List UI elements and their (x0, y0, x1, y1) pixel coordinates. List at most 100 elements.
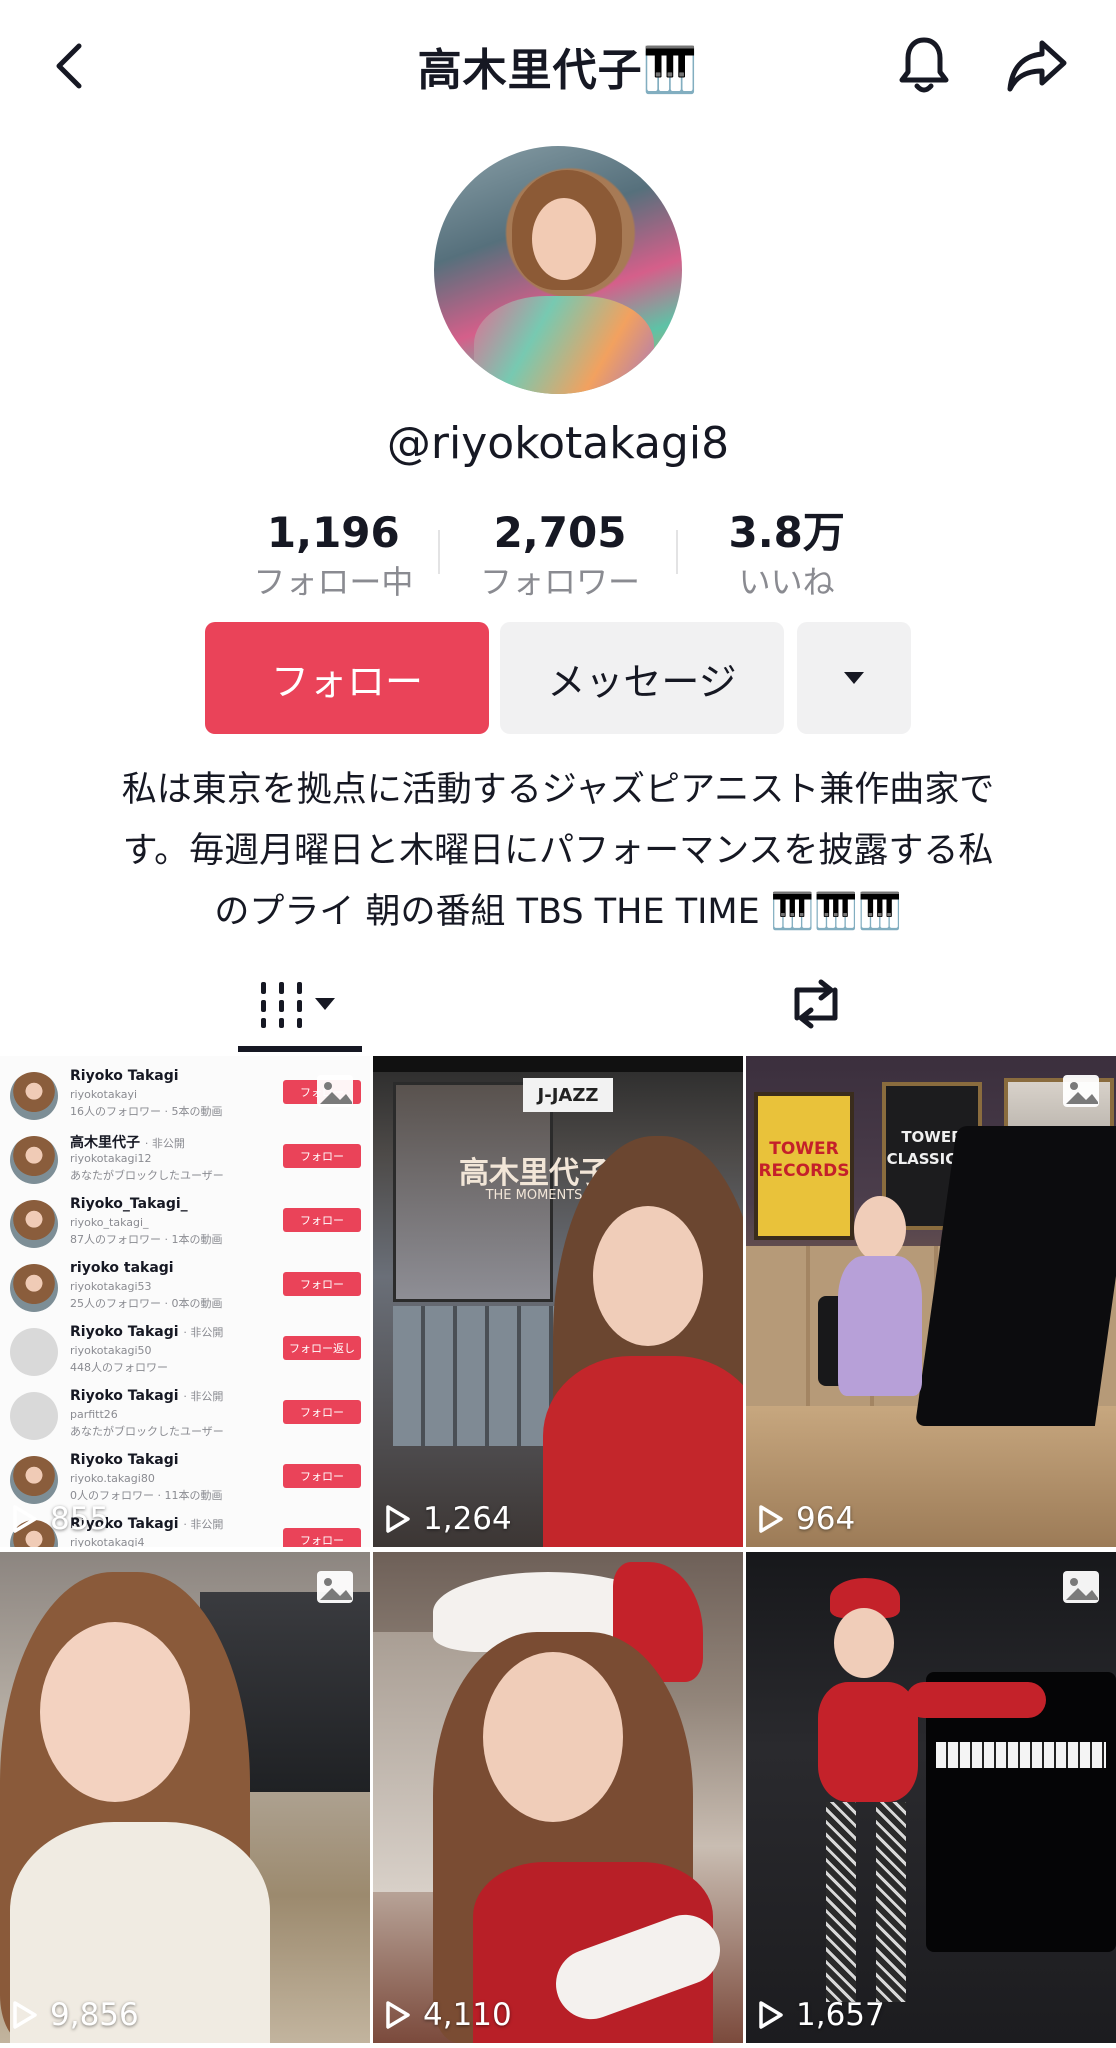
following-count: 1,196 (266, 508, 400, 557)
photo-detail (373, 1056, 743, 1072)
share-button[interactable] (1002, 30, 1072, 100)
suggested-accounts-button[interactable] (797, 622, 911, 734)
list-avatar (10, 1200, 58, 1248)
list-meta: あなたがブロックしたユーザー (70, 1169, 224, 1182)
list-follow-button: フォロー (283, 1400, 361, 1424)
grid-videos-icon (261, 982, 335, 1028)
list-handle: riyoko.takagi80 (70, 1472, 155, 1485)
list-handle: riyoko_takagi_ (70, 1216, 149, 1229)
poster-label: J-JAZZ (523, 1078, 613, 1112)
bio-line: のプライ 朝の番組 TBS THE TIME 🎹🎹🎹 (214, 892, 902, 932)
poster-tower-records: TOWER RECORDS (754, 1092, 854, 1240)
grid-post[interactable]: Riyoko Takagi riyokotakayi 16人のフォロワー · 5… (0, 1056, 370, 1547)
likes-label: いいね (738, 563, 835, 601)
outstretched-arm (906, 1682, 1046, 1718)
profile-stats: 1,196 フォロー中 2,705 フォロワー 3.8万 いいね (220, 506, 900, 606)
likes-stat[interactable]: 3.8万 いいね (673, 506, 900, 606)
list-name: riyoko takagi (70, 1260, 174, 1276)
list-avatar (10, 1392, 58, 1440)
list-meta: あなたがブロックしたユーザー (70, 1425, 224, 1438)
list-avatar (10, 1456, 58, 1504)
photo-post-icon (317, 1075, 353, 1107)
view-count: 964 (758, 1501, 855, 1537)
followers-stat[interactable]: 2,705 フォロワー (447, 506, 674, 606)
profile-title: 高木里代子🎹 (417, 45, 699, 96)
list-meta: 87人のフォロワー · 1本の動画 (70, 1233, 223, 1246)
avatar-face (532, 198, 596, 280)
fishnet-leg (876, 1802, 906, 2002)
person-face (834, 1608, 894, 1678)
notification-button[interactable] (892, 30, 956, 100)
grid-post[interactable]: 9,856 (0, 1552, 370, 2043)
photo-post-icon (1063, 1075, 1099, 1107)
list-follow-button: フォロー返し (283, 1336, 361, 1360)
view-count: 855 (12, 1501, 109, 1537)
list-follow-button: フォロー (283, 1208, 361, 1232)
bio-line: す。毎週月曜日と木曜日にパフォーマンスを披露する私 (122, 831, 994, 871)
stat-divider (438, 530, 440, 574)
profile-avatar[interactable] (434, 146, 682, 394)
list-follow-button: フォロー (283, 1464, 361, 1488)
likes-count: 3.8万 (728, 508, 845, 557)
view-count: 1,657 (758, 1997, 885, 2033)
list-avatar (10, 1136, 58, 1184)
list-follow-button: フォロー (283, 1528, 361, 1547)
list-handle: riyokotakagi53 (70, 1280, 152, 1293)
photo-post-icon (1063, 1571, 1099, 1603)
message-button[interactable]: メッセージ (500, 622, 784, 734)
list-name: Riyoko Takagi · 非公開 (70, 1324, 224, 1340)
grid-post[interactable]: TOWER RECORDS TOWER CLASSICAL 964 (746, 1056, 1116, 1547)
grid-post[interactable]: 4,110 (373, 1552, 743, 2043)
red-outfit (818, 1682, 918, 1802)
follow-button[interactable]: フォロー (205, 622, 489, 734)
back-button[interactable] (38, 36, 98, 96)
person-face (40, 1622, 190, 1802)
cd-rack (393, 1306, 563, 1446)
tab-videos[interactable] (238, 956, 362, 1052)
lavender-dress (838, 1256, 922, 1396)
caret-down-icon (844, 672, 864, 684)
bio-line: 私は東京を拠点に活動するジャズピアニスト兼作曲家で (121, 770, 995, 810)
person-face (483, 1652, 623, 1822)
play-icon (13, 2001, 37, 2029)
play-icon (759, 1505, 783, 1533)
person-face (854, 1196, 906, 1262)
photo-post-icon (317, 1571, 353, 1603)
list-handle: riyokotakagi4 (70, 1536, 145, 1547)
grid-post[interactable]: J-JAZZ 高木里代子 THE MOMENTS 1,264 (373, 1056, 743, 1547)
list-item: riyoko takagi riyokotakagi53 25人のフォロワー ·… (0, 1258, 370, 1322)
chevron-left-icon (56, 43, 82, 89)
bell-icon (899, 37, 949, 93)
play-icon (13, 1505, 37, 1533)
list-meta: 25人のフォロワー · 0本の動画 (70, 1297, 223, 1310)
content-tabs (0, 956, 1116, 1052)
avatar-scarf (474, 296, 654, 394)
list-item: 高木里代子 · 非公開 riyokotakagi12 あなたがブロックしたユーザ… (0, 1130, 370, 1194)
fishnet-leg (826, 1802, 856, 2002)
username: @riyokotakagi8 (386, 418, 730, 469)
active-tab-indicator (238, 1046, 362, 1052)
person-face (593, 1206, 703, 1346)
list-item: Riyoko Takagi riyokotakayi 16人のフォロワー · 5… (0, 1066, 370, 1130)
followers-label: フォロワー (480, 563, 641, 601)
play-icon (386, 2001, 410, 2029)
profile-bio: 私は東京を拠点に活動するジャズピアニスト兼作曲家で す。毎週月曜日と木曜日にパフ… (70, 760, 1046, 943)
play-icon (386, 1505, 410, 1533)
list-handle: riyokotakayi (70, 1088, 138, 1101)
tab-reposts[interactable] (766, 956, 866, 1052)
list-item: Riyoko_Takagi_ riyoko_takagi_ 87人のフォロワー … (0, 1194, 370, 1258)
piano-keys (936, 1742, 1106, 1768)
view-count: 9,856 (12, 1997, 139, 2033)
view-count: 1,264 (385, 1501, 512, 1537)
view-count: 4,110 (385, 1997, 512, 2033)
list-handle: riyokotakagi50 (70, 1344, 152, 1357)
play-icon (759, 2001, 783, 2029)
following-stat[interactable]: 1,196 フォロー中 (220, 506, 447, 606)
followers-count: 2,705 (493, 508, 627, 557)
list-avatar (10, 1072, 58, 1120)
grid-post[interactable]: 1,657 (746, 1552, 1116, 2043)
list-handle: parfitt26 (70, 1408, 118, 1421)
list-avatar (10, 1264, 58, 1312)
list-avatar (10, 1328, 58, 1376)
list-name: Riyoko Takagi (70, 1452, 179, 1468)
